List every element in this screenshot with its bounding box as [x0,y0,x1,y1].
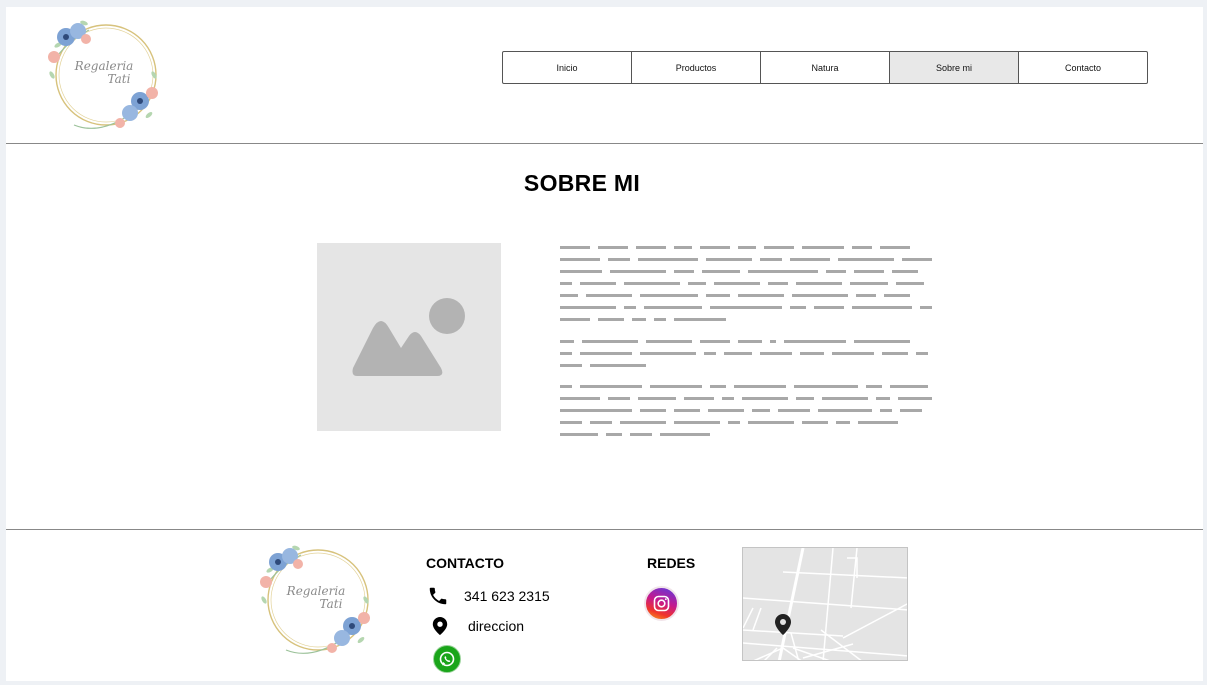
brand-name-line2: Tati [107,72,131,86]
image-placeholder-icon [352,298,465,376]
location-map[interactable] [742,547,908,661]
nav-item-natura[interactable]: Natura [761,52,890,83]
instagram-button[interactable] [644,586,679,621]
about-text-placeholder [560,243,940,443]
nav-item-inicio[interactable]: Inicio [503,52,632,83]
instagram-icon [653,595,670,612]
social-heading: REDES [647,555,696,571]
nav-item-contacto[interactable]: Contacto [1019,52,1147,83]
contact-address[interactable]: direccion [432,617,524,635]
about-photo [317,243,501,431]
site-footer [6,529,1203,682]
page-title: SOBRE MI [523,170,641,196]
contact-heading: CONTACTO [426,555,505,571]
contact-phone-number: 341 623 2315 [464,588,550,604]
map-icon [743,548,907,660]
main-nav: Inicio Productos Natura Sobre mi Contact… [502,51,1148,84]
contact-phone[interactable]: 341 623 2315 [427,585,550,607]
whatsapp-button[interactable] [433,645,461,673]
nav-item-sobre-mi[interactable]: Sobre mi [890,52,1019,83]
brand-name-line1: Regaleria [74,59,134,73]
contact-address-text: direccion [468,618,525,634]
whatsapp-icon [439,651,455,667]
footer-brand-name-line2: Tati [319,597,343,611]
footer-logo[interactable]: Regaleria Tati [256,540,376,660]
footer-brand-name-line1: Regaleria [286,584,346,598]
nav-item-productos[interactable]: Productos [632,52,761,83]
phone-icon [429,587,447,605]
location-pin-icon [432,617,448,635]
brand-logo[interactable]: Regaleria Tati [44,15,164,135]
